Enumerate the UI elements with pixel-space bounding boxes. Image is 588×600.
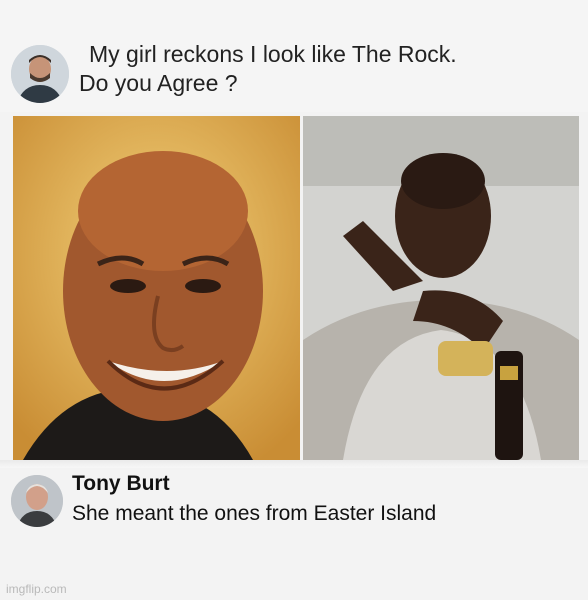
photo-comparison	[13, 116, 579, 460]
imgflip-watermark: imgflip.com	[6, 582, 67, 596]
photo-left	[13, 116, 300, 460]
op-avatar[interactable]	[11, 45, 69, 103]
comment-author[interactable]: Tony Burt	[72, 472, 170, 496]
post-text-line2: Do you Agree ?	[79, 70, 238, 96]
post-text-line1: My girl reckons I look like The Rock.	[89, 41, 457, 67]
post-text: My girl reckons I look like The Rock. Do…	[79, 40, 579, 98]
photo-right-image	[303, 116, 579, 460]
user-avatar-icon	[11, 475, 63, 527]
photo-left-image	[13, 116, 300, 460]
divider	[0, 460, 588, 468]
commenter-avatar[interactable]	[11, 475, 63, 527]
comment-text: She meant the ones from Easter Island	[72, 502, 437, 525]
user-avatar-icon	[11, 45, 69, 103]
photo-right	[303, 116, 579, 460]
